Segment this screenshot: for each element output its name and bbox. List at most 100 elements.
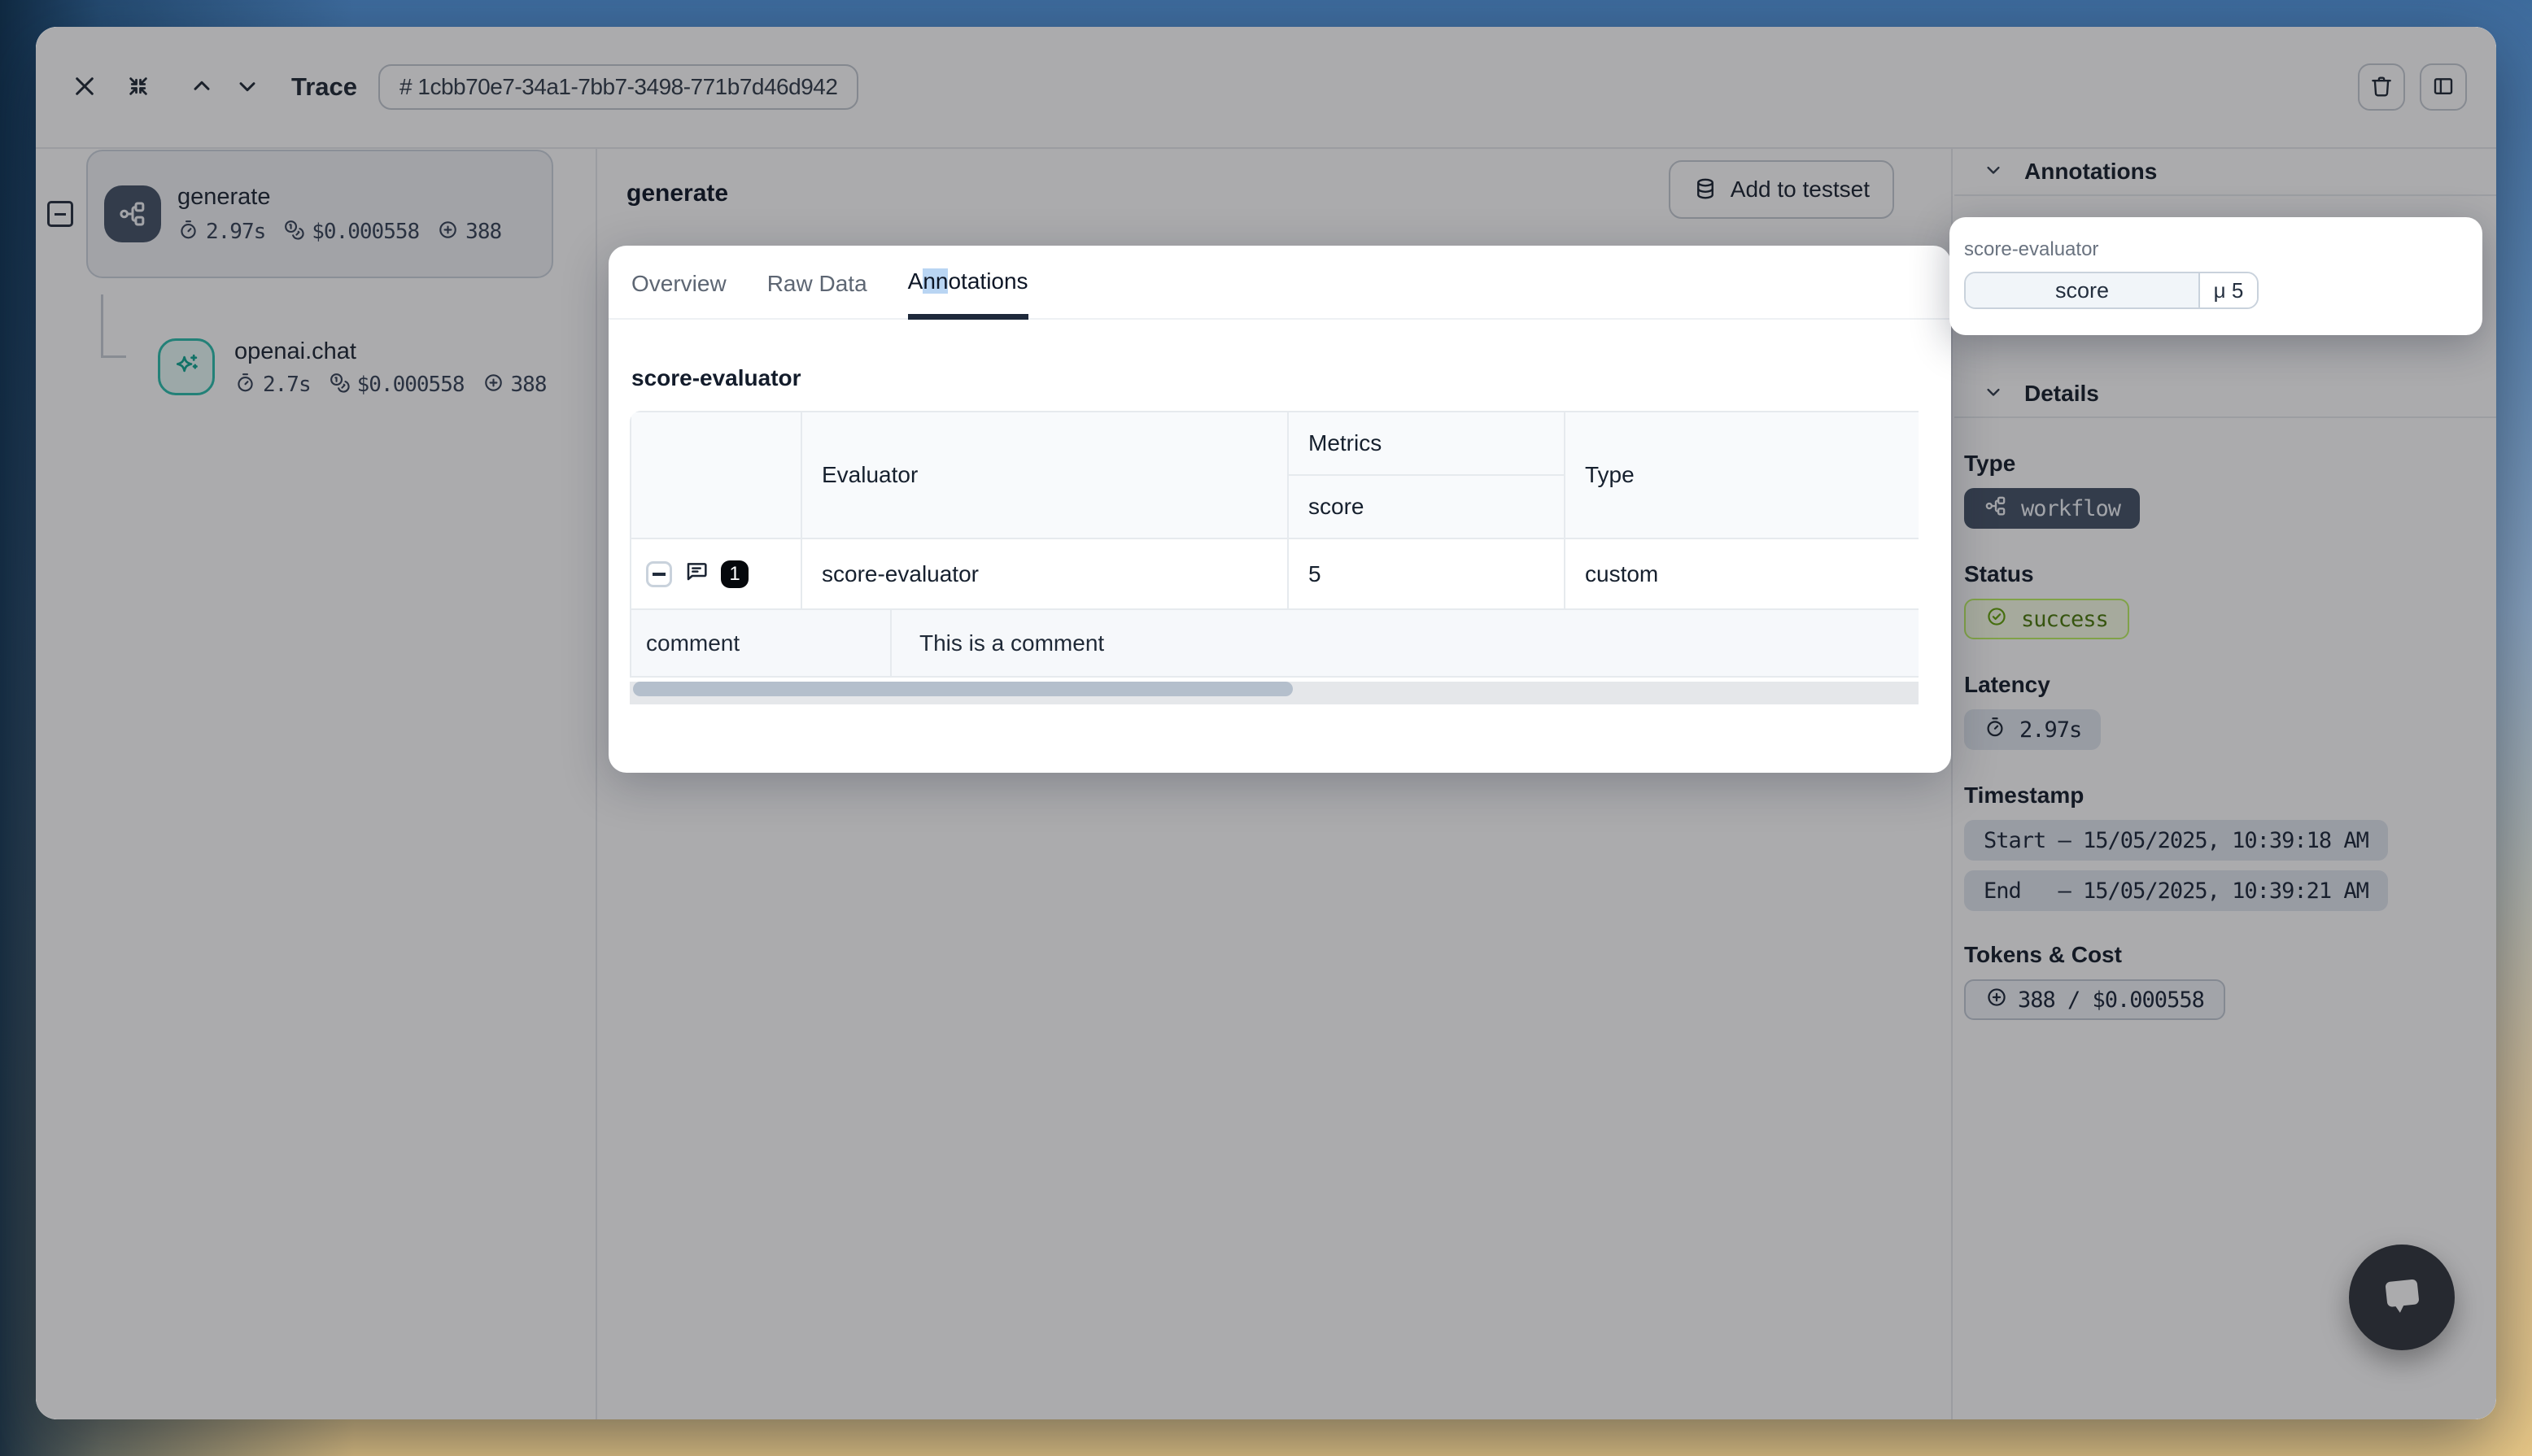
chevron-down-icon bbox=[1982, 159, 2005, 185]
table-row: 1 score-evaluator 5 custom bbox=[631, 538, 1919, 609]
comment-icon[interactable] bbox=[683, 558, 709, 590]
add-to-testset-label: Add to testset bbox=[1731, 177, 1870, 203]
col-header-actions bbox=[631, 412, 801, 538]
tokens-cost-label: Tokens & Cost bbox=[1964, 942, 2496, 968]
latency-value: 2.97s bbox=[206, 220, 265, 244]
tokens-cost-badge: 388 / $0.000558 bbox=[1964, 979, 2225, 1020]
trash-icon bbox=[2369, 74, 2394, 101]
type-value: workflow bbox=[2021, 496, 2120, 521]
score-metric-chip[interactable]: score μ 5 bbox=[1964, 272, 2259, 309]
shrink-button[interactable] bbox=[119, 68, 158, 107]
plus-circle-icon bbox=[482, 372, 504, 398]
chat-support-button[interactable] bbox=[2349, 1245, 2455, 1350]
prev-span-button[interactable] bbox=[182, 68, 221, 107]
chat-bubble-icon bbox=[2373, 1268, 2432, 1327]
delete-trace-button[interactable] bbox=[2358, 63, 2405, 111]
scrollbar-thumb[interactable] bbox=[633, 682, 1293, 696]
plus-circle-icon bbox=[1985, 986, 2008, 1014]
tree-connector-vertical bbox=[101, 294, 103, 357]
stopwatch-icon bbox=[177, 219, 199, 245]
cell-evaluator: score-evaluator bbox=[801, 538, 1288, 609]
status-value: success bbox=[2021, 607, 2108, 632]
trace-tree-panel: generate 2.97s $0.000558 bbox=[36, 149, 597, 1419]
node-stats: 2.97s $0.000558 388 bbox=[177, 219, 501, 245]
timestamp-label: Timestamp bbox=[1964, 782, 2496, 809]
tab-raw-data[interactable]: Raw Data bbox=[767, 268, 867, 318]
details-sidebar: Annotations score-evaluator score μ 5 De… bbox=[1954, 149, 2496, 1419]
tokens-value: 388 bbox=[511, 373, 547, 397]
tab-bar: Overview Raw Data Annotations bbox=[609, 246, 1951, 320]
tab-overview[interactable]: Overview bbox=[631, 268, 727, 318]
node-title: generate bbox=[177, 184, 501, 211]
minus-icon bbox=[653, 573, 666, 576]
database-icon bbox=[1693, 177, 1718, 203]
latency-value: 2.97s bbox=[2019, 717, 2081, 743]
col-header-evaluator: Evaluator bbox=[801, 412, 1288, 538]
close-button[interactable] bbox=[65, 68, 104, 107]
close-icon bbox=[72, 73, 98, 102]
minus-icon bbox=[55, 213, 66, 216]
annotation-popover-card: score-evaluator score μ 5 bbox=[1949, 217, 2482, 335]
type-label: Type bbox=[1964, 451, 2496, 477]
page-title: Trace bbox=[291, 72, 357, 102]
annotations-section-header[interactable]: Annotations bbox=[1954, 149, 2496, 196]
type-badge: workflow bbox=[1964, 488, 2140, 529]
next-span-button[interactable] bbox=[228, 68, 267, 107]
tree-node-openai-chat[interactable]: openai.chat 2.7s $0.000558 bbox=[158, 338, 546, 398]
span-detail-card: Overview Raw Data Annotations score-eval… bbox=[609, 246, 1951, 773]
col-header-type: Type bbox=[1565, 412, 1919, 538]
coins-icon bbox=[329, 372, 351, 398]
check-circle-icon bbox=[1985, 605, 2008, 634]
sparkles-icon bbox=[158, 338, 215, 395]
chevron-down-icon bbox=[234, 73, 260, 102]
latency-stat: 2.7s bbox=[234, 372, 311, 398]
tree-connector-horizontal bbox=[101, 355, 126, 358]
tokens-value: 388 bbox=[465, 220, 501, 244]
cost-stat: $0.000558 bbox=[329, 372, 465, 398]
tab-annotations[interactable]: Annotations bbox=[908, 268, 1028, 320]
cost-value: $0.000558 bbox=[312, 220, 419, 244]
details-fields: Type workflow Status success Latency bbox=[1954, 418, 2496, 1020]
row-checkbox-indeterminate[interactable] bbox=[646, 561, 672, 587]
timestamp-end-badge: End — 15/05/2025, 10:39:21 AM bbox=[1964, 870, 2388, 911]
latency-badge: 2.97s bbox=[1964, 709, 2101, 750]
timestamp-start-badge: Start — 15/05/2025, 10:39:18 AM bbox=[1964, 820, 2388, 861]
add-to-testset-button[interactable]: Add to testset bbox=[1669, 160, 1894, 219]
topbar: Trace # 1cbb70e7-34a1-7bb7-3498-771b7d46… bbox=[36, 27, 2496, 149]
metric-name[interactable]: score bbox=[1966, 273, 2198, 307]
details-section-header[interactable]: Details bbox=[1954, 371, 2496, 418]
panel-layout-icon bbox=[2431, 74, 2456, 101]
horizontal-scrollbar[interactable] bbox=[630, 682, 1919, 704]
tokens-stat: 388 bbox=[482, 372, 547, 398]
evaluator-section-title: score-evaluator bbox=[631, 365, 1951, 391]
tree-node-generate[interactable]: generate 2.97s $0.000558 bbox=[86, 150, 553, 278]
tree-row-root: generate 2.97s $0.000558 bbox=[36, 149, 596, 279]
trace-id-badge[interactable]: # 1cbb70e7-34a1-7bb7-3498-771b7d46d942 bbox=[378, 64, 858, 110]
status-label: Status bbox=[1964, 561, 2496, 587]
coins-icon bbox=[283, 219, 305, 245]
comment-key: comment bbox=[631, 610, 892, 676]
node-title: openai.chat bbox=[234, 338, 546, 365]
node-stats: 2.7s $0.000558 388 bbox=[234, 372, 546, 398]
comment-count-badge[interactable]: 1 bbox=[721, 560, 749, 588]
col-subheader-score: score bbox=[1288, 475, 1565, 538]
span-title: generate bbox=[626, 180, 728, 207]
main-panel: generate Add to testset Overview Raw Dat… bbox=[599, 149, 1953, 1419]
tab-annotations-post: otations bbox=[948, 268, 1028, 294]
metric-mean-value: μ 5 bbox=[2198, 273, 2257, 307]
chevron-up-icon bbox=[189, 73, 215, 102]
cost-stat: $0.000558 bbox=[283, 219, 419, 245]
latency-label: Latency bbox=[1964, 672, 2496, 698]
tab-annotations-selection: nn bbox=[923, 268, 948, 294]
comment-value: This is a comment bbox=[892, 630, 1104, 656]
plus-circle-icon bbox=[437, 219, 459, 245]
tokens-stat: 388 bbox=[437, 219, 501, 245]
tokens-cost-value: 388 / $0.000558 bbox=[2018, 987, 2204, 1013]
cost-value: $0.000558 bbox=[357, 373, 465, 397]
toggle-sidebar-button[interactable] bbox=[2420, 63, 2467, 111]
collapse-node-toggle[interactable] bbox=[47, 201, 73, 227]
stopwatch-icon bbox=[1984, 716, 2006, 744]
workflow-icon bbox=[1984, 494, 2008, 524]
col-header-metrics: Metrics bbox=[1288, 412, 1565, 475]
latency-value: 2.7s bbox=[263, 373, 311, 397]
